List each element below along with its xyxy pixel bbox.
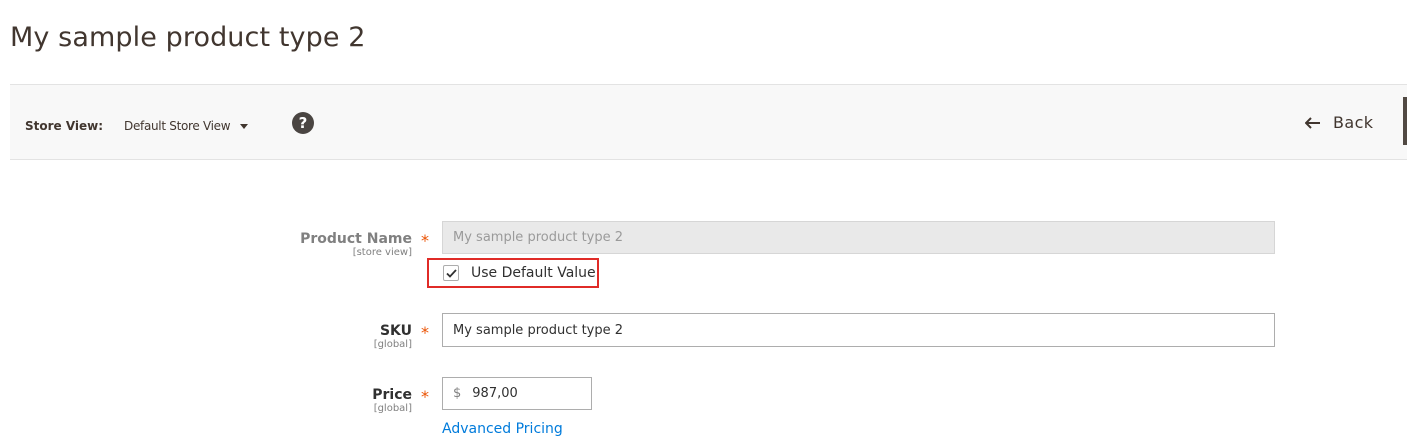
use-default-value-option[interactable]: Use Default Value: [427, 258, 599, 288]
caret-down-icon: [240, 124, 249, 129]
use-default-label: Use Default Value: [471, 265, 596, 281]
price-value: 987,00: [472, 386, 518, 401]
help-icon[interactable]: ?: [292, 112, 314, 134]
product-name-label-group: Product Name [store view]: [300, 231, 412, 259]
sku-label: SKU: [379, 323, 412, 339]
price-label: Price: [372, 387, 412, 403]
sku-scope: [global]: [373, 339, 412, 350]
store-view-dropdown[interactable]: Default Store View: [124, 119, 249, 133]
toolbar-edge-divider: [1403, 97, 1407, 145]
checkmark-icon: [445, 268, 457, 278]
currency-symbol: $: [453, 386, 462, 401]
page-title: My sample product type 2: [10, 22, 366, 53]
arrow-left-icon: [1305, 116, 1321, 129]
product-name-input[interactable]: My sample product type 2: [442, 221, 1275, 254]
price-label-group: Price [global]: [372, 387, 412, 415]
back-button[interactable]: Back: [1305, 113, 1373, 132]
store-view-label: Store View:: [25, 119, 104, 133]
advanced-pricing-link[interactable]: Advanced Pricing: [442, 421, 563, 437]
sku-input[interactable]: My sample product type 2: [442, 313, 1275, 347]
store-view-toolbar: Store View: Default Store View ? Back: [10, 84, 1407, 160]
required-marker: *: [421, 323, 429, 342]
sku-label-group: SKU [global]: [374, 323, 412, 351]
store-view-value: Default Store View: [124, 119, 231, 133]
back-label: Back: [1333, 113, 1374, 132]
product-name-label: Product Name: [300, 231, 412, 247]
price-input[interactable]: $ 987,00: [442, 377, 592, 410]
required-marker: *: [421, 231, 429, 250]
use-default-checkbox[interactable]: [443, 265, 459, 281]
required-marker: *: [421, 387, 429, 406]
price-scope: [global]: [373, 403, 412, 414]
product-name-scope: [store view]: [352, 247, 412, 258]
